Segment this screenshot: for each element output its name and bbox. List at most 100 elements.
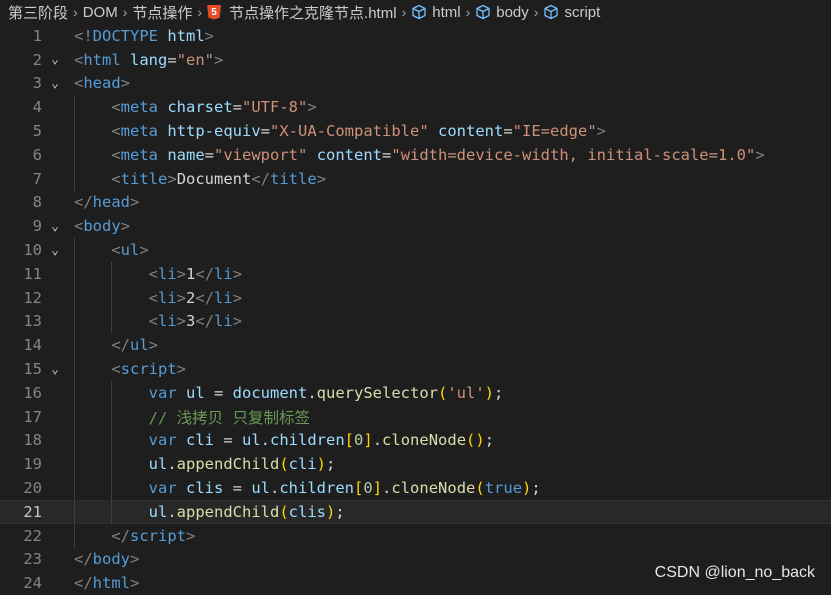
code-line[interactable]: 11 <li>1</li> — [0, 261, 831, 286]
code-token: body — [92, 550, 130, 569]
line-number: 5 — [32, 122, 42, 141]
indent-guide — [74, 452, 75, 477]
code-line[interactable]: 17 // 浅拷贝 只复制标签 — [0, 404, 831, 429]
code-token: ) — [326, 502, 336, 521]
code-token: ( — [279, 502, 289, 521]
fold-chevron-icon[interactable]: ⌄ — [42, 76, 68, 91]
breadcrumb-item-node-ops[interactable]: 节点操作 — [132, 2, 192, 23]
code-line[interactable]: 20 var clis = ul.children[0].cloneNode(t… — [0, 476, 831, 500]
line-number: 14 — [23, 336, 42, 355]
code-line[interactable]: 1 <!DOCTYPE html> — [0, 24, 831, 48]
indent-guide — [74, 238, 75, 262]
code-token: ul — [148, 502, 168, 521]
line-number: 12 — [23, 288, 42, 307]
code-token: title — [120, 169, 168, 188]
breadcrumb: 第三阶段 › DOM › 节点操作 › 5 节点操作之克隆节点.html › h… — [0, 0, 831, 24]
code-token: > — [596, 122, 607, 141]
code-text: <meta charset="UTF-8"> — [68, 98, 316, 117]
code-token: ; — [335, 502, 345, 521]
fold-chevron-icon[interactable]: ⌄ — [42, 362, 68, 377]
code-token: = — [204, 145, 215, 164]
code-line[interactable]: 5 <meta http-equiv="X-UA-Compatible" con… — [0, 119, 831, 143]
code-token: > — [176, 264, 187, 283]
code-token: > — [120, 74, 131, 93]
code-token: meta — [120, 145, 158, 164]
code-editor[interactable]: 1 <!DOCTYPE html> 2 ⌄ <html lang="en"> 3 ⌄ <hea… — [0, 24, 831, 595]
breadcrumb-item-body[interactable]: body — [475, 4, 529, 21]
code-token: . — [307, 383, 317, 402]
code-line[interactable]: 22 </script> — [0, 523, 831, 548]
code-line[interactable]: 14 </ul> — [0, 333, 831, 358]
code-token: < — [74, 217, 84, 236]
code-token: meta — [120, 98, 158, 117]
code-token: . — [270, 479, 280, 498]
breadcrumb-item-html[interactable]: html — [411, 4, 461, 21]
code-token: > — [316, 169, 327, 188]
symbol-element-icon — [476, 4, 490, 20]
watermark: CSDN @lion_no_back — [654, 564, 815, 581]
code-token: var — [148, 479, 177, 498]
code-token: clis — [288, 502, 326, 521]
breadcrumb-separator: › — [401, 4, 407, 20]
code-token: li — [158, 264, 177, 283]
code-token: < — [74, 74, 84, 93]
breadcrumb-item-script[interactable]: script — [543, 4, 600, 21]
code-line[interactable]: 10 ⌄ <ul> — [0, 238, 831, 262]
code-line[interactable]: 3 ⌄ <head> — [0, 72, 831, 96]
indent-guide — [74, 119, 75, 143]
breadcrumb-item-stage3[interactable]: 第三阶段 — [8, 2, 68, 23]
code-text: </ul> — [68, 336, 158, 354]
code-line[interactable]: 15 ⌄ <script> — [0, 357, 831, 381]
fold-chevron-icon[interactable]: ⌄ — [42, 52, 68, 67]
code-line[interactable]: 18 var cli = ul.children[0].cloneNode(); — [0, 428, 831, 453]
code-line[interactable]: 12 <li>2</li> — [0, 285, 831, 310]
code-line[interactable]: 16 var ul = document.querySelector('ul')… — [0, 380, 831, 405]
code-token: </ — [74, 193, 93, 212]
code-token: DOCTYPE — [92, 26, 158, 45]
code-line[interactable]: 2 ⌄ <html lang="en"> — [0, 48, 831, 72]
breadcrumb-item-file[interactable]: 5 节点操作之克隆节点.html — [207, 2, 397, 23]
code-text: </head> — [68, 193, 139, 211]
code-token: ) — [316, 455, 327, 474]
code-text: <meta http-equiv="X-UA-Compatible" conte… — [68, 122, 606, 140]
code-token: = — [260, 122, 271, 141]
code-text: ul.appendChild(clis); — [68, 503, 345, 521]
indent-guide — [74, 333, 75, 358]
code-token: < — [74, 50, 84, 69]
fold-chevron-icon[interactable]: ⌄ — [42, 243, 68, 258]
code-token: 3 — [186, 312, 196, 331]
symbol-element-icon — [412, 4, 426, 20]
code-token: var — [148, 431, 177, 450]
line-number: 20 — [23, 479, 42, 498]
code-token: . — [260, 431, 271, 450]
code-token: ul — [130, 336, 149, 355]
code-token: ; — [494, 383, 504, 402]
code-token: = — [167, 50, 177, 69]
code-token: ul — [251, 479, 270, 498]
code-line[interactable]: 21 ul.appendChild(clis); — [0, 499, 831, 524]
code-line[interactable]: 7 <title>Document</title> — [0, 166, 831, 191]
code-text: </body> — [68, 550, 139, 568]
code-token: 0 — [363, 479, 373, 498]
line-number: 21 — [23, 502, 42, 521]
code-line[interactable]: 13 <li>3</li> — [0, 309, 831, 334]
indent-guide — [74, 476, 75, 500]
code-text: <li>1</li> — [68, 265, 242, 283]
indent-guide — [111, 285, 113, 310]
fold-chevron-icon[interactable]: ⌄ — [42, 219, 68, 234]
code-line[interactable]: 9 ⌄ <body> — [0, 214, 831, 238]
indent-guide — [74, 285, 75, 310]
code-line[interactable]: 8 </head> — [0, 191, 831, 215]
indent-guide — [74, 142, 75, 167]
code-token: > — [130, 574, 140, 593]
code-line[interactable]: 4 <meta charset="UTF-8"> — [0, 95, 831, 120]
breadcrumb-item-dom[interactable]: DOM — [83, 4, 118, 21]
code-token: > — [120, 217, 131, 236]
indent-guide — [74, 500, 75, 523]
code-token: "width=device-width, initial-scale=1.0" — [391, 145, 756, 164]
code-line[interactable]: 19 ul.appendChild(cli); — [0, 452, 831, 477]
code-line[interactable]: 6 <meta name="viewport" content="width=d… — [0, 142, 831, 167]
line-number: 24 — [23, 574, 42, 593]
code-token: ) — [522, 479, 532, 498]
